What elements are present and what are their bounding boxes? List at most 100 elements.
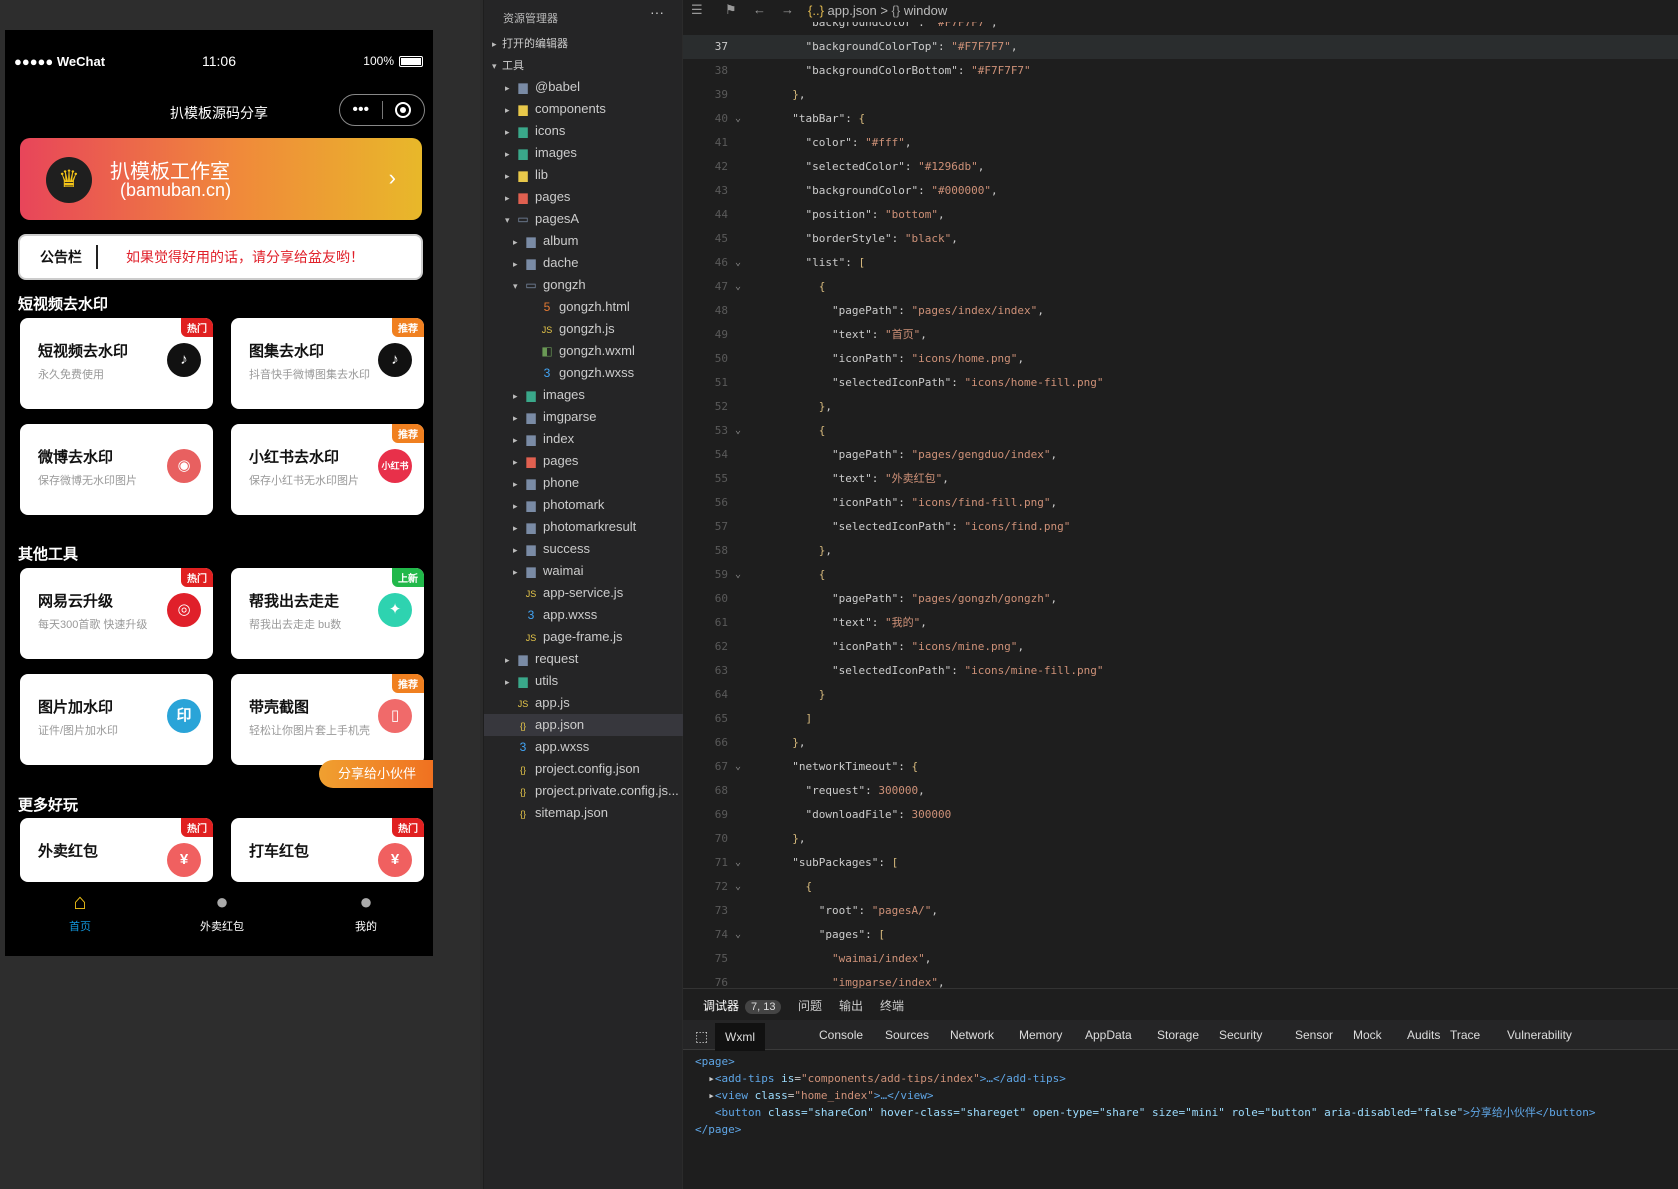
fold-icon[interactable]: ⌄	[735, 251, 741, 275]
code-line[interactable]: 54 "pagePath": "pages/gengduo/index",	[683, 443, 1678, 467]
tree-section[interactable]: ▸ 打开的编辑器	[484, 32, 683, 54]
fold-icon[interactable]: ⌄	[735, 419, 741, 443]
code-line[interactable]: 53 ⌄ {	[683, 419, 1678, 443]
code-line[interactable]: 70 },	[683, 827, 1678, 851]
devtools-tab[interactable]: Security	[1219, 1028, 1262, 1042]
tree-file[interactable]: JS app-service.js	[484, 582, 683, 604]
back-icon[interactable]: ←	[753, 2, 766, 17]
tree-folder[interactable]: ▸ ▆ pages	[484, 186, 683, 208]
code-line[interactable]: 48 "pagePath": "pages/index/index",	[683, 299, 1678, 323]
tree-file[interactable]: 3 app.wxss	[484, 604, 683, 626]
code-line[interactable]: 49 "text": "首页",	[683, 323, 1678, 347]
code-line[interactable]: 64 }	[683, 683, 1678, 707]
tree-folder[interactable]: ▸ ▆ photomarkresult	[484, 516, 683, 538]
code-line[interactable]: 41 "color": "#fff",	[683, 131, 1678, 155]
code-line[interactable]: 65 ]	[683, 707, 1678, 731]
code-line[interactable]: 72 ⌄ {	[683, 875, 1678, 899]
code-line[interactable]: "backgroundColor": "#F7F7F7",	[683, 22, 1678, 35]
code-line[interactable]: 55 "text": "外卖红包",	[683, 467, 1678, 491]
list-icon[interactable]: ☰	[691, 2, 703, 18]
tree-file[interactable]: 3 gongzh.wxss	[484, 362, 683, 384]
tree-file[interactable]: ◧ gongzh.wxml	[484, 340, 683, 362]
code-line[interactable]: 45 "borderStyle": "black",	[683, 227, 1678, 251]
fold-icon[interactable]: ⌄	[735, 107, 741, 131]
tree-folder[interactable]: ▸ ▆ lib	[484, 164, 683, 186]
code-line[interactable]: 62 "iconPath": "icons/mine.png",	[683, 635, 1678, 659]
fold-icon[interactable]: ⌄	[735, 851, 741, 875]
dom-node[interactable]: </page>	[695, 1121, 1595, 1138]
tab-takeout[interactable]: ● 外卖红包	[182, 890, 262, 934]
tree-folder[interactable]: ▸ ▆ photomark	[484, 494, 683, 516]
tool-card[interactable]: 网易云升级 每天300首歌 快速升级 ◎ 热门	[20, 568, 213, 659]
code-line[interactable]: 39 },	[683, 83, 1678, 107]
tree-file[interactable]: JS page-frame.js	[484, 626, 683, 648]
tab-output[interactable]: 输出	[839, 997, 863, 1014]
code-line[interactable]: 67 ⌄ "networkTimeout": {	[683, 755, 1678, 779]
close-miniprogram-button[interactable]	[383, 102, 425, 118]
code-line[interactable]: 43 "backgroundColor": "#000000",	[683, 179, 1678, 203]
tree-folder[interactable]: ▸ ▆ components	[484, 98, 683, 120]
tree-folder[interactable]: ▸ ▆ request	[484, 648, 683, 670]
code-area[interactable]: "backgroundColor": "#F7F7F7", 37 "backgro…	[683, 22, 1678, 988]
code-line[interactable]: 51 "selectedIconPath": "icons/home-fill.…	[683, 371, 1678, 395]
tool-card[interactable]: 图片加水印 证件/图片加水印 印	[20, 674, 213, 765]
code-line[interactable]: 73 "root": "pagesA/",	[683, 899, 1678, 923]
forward-icon[interactable]: →	[781, 2, 794, 17]
bookmark-icon[interactable]: ⚑	[725, 2, 737, 18]
code-line[interactable]: 46 ⌄ "list": [	[683, 251, 1678, 275]
tree-file[interactable]: JS gongzh.js	[484, 318, 683, 340]
code-line[interactable]: 57 "selectedIconPath": "icons/find.png"	[683, 515, 1678, 539]
tree-folder[interactable]: ▾ ▭ pagesA	[484, 208, 683, 230]
tree-file[interactable]: {} project.private.config.js...	[484, 780, 683, 802]
fold-icon[interactable]: ⌄	[735, 563, 741, 587]
tree-file[interactable]: {} app.json	[484, 714, 683, 736]
tree-folder[interactable]: ▸ ▆ album	[484, 230, 683, 252]
devtools-tab[interactable]: Memory	[1019, 1028, 1062, 1042]
code-line[interactable]: 52 },	[683, 395, 1678, 419]
tree-file[interactable]: 3 app.wxss	[484, 736, 683, 758]
code-line[interactable]: 68 "request": 300000,	[683, 779, 1678, 803]
tool-card[interactable]: 帮我出去走走 帮我出去走走 bu数 ✦ 上新	[231, 568, 424, 659]
devtools-tab[interactable]: Storage	[1157, 1028, 1199, 1042]
tree-folder[interactable]: ▸ ▆ dache	[484, 252, 683, 274]
dom-node[interactable]: ▸<add-tips is="components/add-tips/index…	[695, 1070, 1595, 1087]
studio-banner[interactable]: ♛ 扒模板工作室 (bamuban.cn) ›	[20, 138, 422, 220]
tab-debugger[interactable]: 调试器 7, 13	[703, 997, 782, 1014]
breadcrumb[interactable]: {..} app.json > {} window	[808, 3, 947, 18]
fold-icon[interactable]: ⌄	[735, 923, 741, 947]
tool-card[interactable]: 外卖红包 ¥ 热门	[20, 818, 213, 882]
devtools-tab[interactable]: Sensor	[1295, 1028, 1333, 1042]
code-line[interactable]: 37 "backgroundColorTop": "#F7F7F7",	[683, 35, 1678, 59]
tab-problems[interactable]: 问题	[798, 997, 822, 1014]
code-line[interactable]: 66 },	[683, 731, 1678, 755]
code-line[interactable]: 56 "iconPath": "icons/find-fill.png",	[683, 491, 1678, 515]
tree-file[interactable]: {} project.config.json	[484, 758, 683, 780]
tree-folder[interactable]: ▸ ▆ phone	[484, 472, 683, 494]
tree-file[interactable]: JS app.js	[484, 692, 683, 714]
devtools-tab[interactable]: Wxml	[715, 1023, 765, 1051]
dom-node[interactable]: ▸<view class="home_index">…</view>	[695, 1087, 1595, 1104]
code-line[interactable]: 74 ⌄ "pages": [	[683, 923, 1678, 947]
tree-folder[interactable]: ▸ ▆ success	[484, 538, 683, 560]
code-line[interactable]: 40 ⌄ "tabBar": {	[683, 107, 1678, 131]
tree-folder[interactable]: ▸ ▆ waimai	[484, 560, 683, 582]
code-line[interactable]: 75 "waimai/index",	[683, 947, 1678, 971]
tree-folder[interactable]: ▸ ▆ @babel	[484, 76, 683, 98]
code-line[interactable]: 71 ⌄ "subPackages": [	[683, 851, 1678, 875]
more-icon[interactable]: •••	[340, 95, 382, 125]
code-line[interactable]: 50 "iconPath": "icons/home.png",	[683, 347, 1678, 371]
tree-folder[interactable]: ▾ ▭ gongzh	[484, 274, 683, 296]
code-line[interactable]: 59 ⌄ {	[683, 563, 1678, 587]
code-line[interactable]: 44 "position": "bottom",	[683, 203, 1678, 227]
tree-file[interactable]: 5 gongzh.html	[484, 296, 683, 318]
more-icon[interactable]: ···	[650, 4, 664, 20]
tree-folder[interactable]: ▸ ▆ imgparse	[484, 406, 683, 428]
share-button[interactable]: 分享给小伙伴	[319, 760, 433, 788]
devtools-tab[interactable]: Vulnerability	[1507, 1028, 1572, 1042]
code-line[interactable]: 58 },	[683, 539, 1678, 563]
tree-file[interactable]: {} sitemap.json	[484, 802, 683, 824]
devtools-tab[interactable]: Network	[950, 1028, 994, 1042]
fold-icon[interactable]: ⌄	[735, 755, 741, 779]
tool-card[interactable]: 打车红包 ¥ 热门	[231, 818, 424, 882]
tree-folder[interactable]: ▸ ▆ pages	[484, 450, 683, 472]
